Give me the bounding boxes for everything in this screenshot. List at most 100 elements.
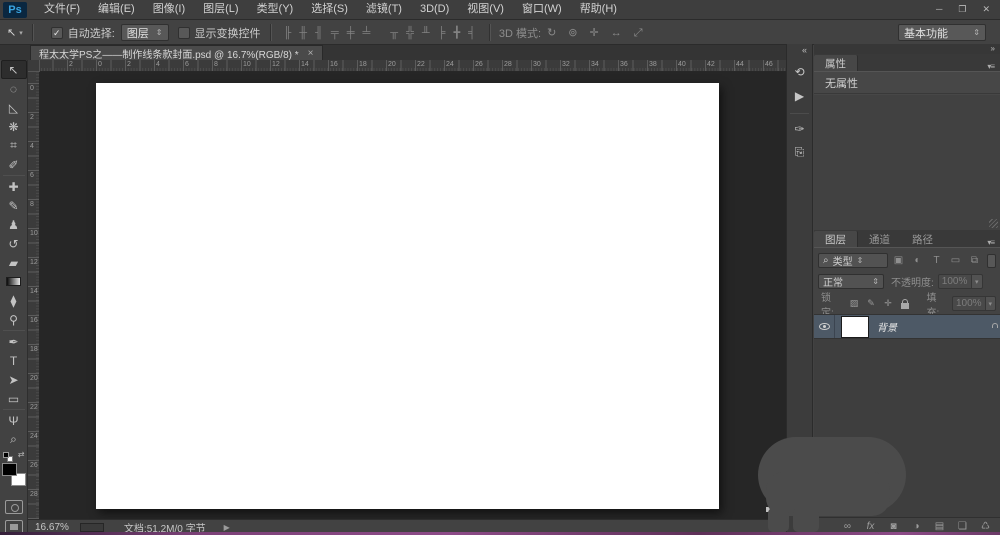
lock-all-icon[interactable]: [898, 297, 913, 311]
align-top-edges-icon[interactable]: ╤: [331, 27, 339, 39]
spot-healing-brush-tool[interactable]: ✚: [1, 177, 27, 196]
menu-item[interactable]: 帮助(H): [571, 0, 626, 19]
layer-thumbnail[interactable]: [841, 315, 869, 338]
zoom-tool[interactable]: ⌕: [1, 430, 27, 449]
filter-type-layers-icon[interactable]: T: [928, 255, 945, 266]
distribute-left-edges-icon[interactable]: ╞: [438, 27, 446, 39]
eraser-tool[interactable]: ▰: [1, 253, 27, 272]
distribute-right-edges-icon[interactable]: ╡: [468, 27, 476, 39]
hand-tool[interactable]: Ψ: [1, 411, 27, 430]
brush-tool[interactable]: ✎: [1, 196, 27, 215]
move-tool-icon[interactable]: ↖: [7, 26, 16, 39]
distribute-top-edges-icon[interactable]: ╥: [390, 27, 398, 39]
swap-colors-icon[interactable]: ⇄: [18, 450, 25, 459]
align-bottom-edges-icon[interactable]: ╧: [362, 27, 370, 39]
3d-rotate-icon[interactable]: ↻: [547, 27, 556, 39]
tab-close-icon[interactable]: ×: [308, 48, 314, 59]
document-tab[interactable]: 程太太学PS之——制作线条款封面.psd @ 16.7%(RGB/8) * ×: [30, 45, 323, 61]
dodge-tool[interactable]: ⚲: [1, 310, 27, 329]
eyedropper-tool[interactable]: ✐: [1, 155, 27, 174]
history-brush-tool[interactable]: ↺: [1, 234, 27, 253]
3d-slide-icon[interactable]: ↔: [611, 27, 622, 39]
fill-value-field[interactable]: 100%: [952, 296, 986, 311]
panel-resize-grip[interactable]: [989, 219, 998, 228]
tool-preset-dropdown-icon[interactable]: ▾: [19, 29, 23, 37]
quick-selection-tool[interactable]: ❋: [1, 117, 27, 136]
tab-properties[interactable]: 属性: [814, 55, 858, 71]
workspace-dropdown[interactable]: 基本功能 ⇕: [898, 24, 986, 41]
move-tool[interactable]: ↖: [0, 60, 27, 79]
brush-panel-icon[interactable]: ✑: [789, 119, 810, 138]
menu-item[interactable]: 滤镜(T): [357, 0, 411, 19]
menu-item[interactable]: 类型(Y): [248, 0, 303, 19]
crop-tool[interactable]: ⌗: [1, 136, 27, 155]
blend-mode-dropdown[interactable]: 正常 ⇕: [818, 274, 884, 289]
menu-item[interactable]: 选择(S): [302, 0, 357, 19]
status-popup-icon[interactable]: ▶: [224, 523, 230, 532]
pen-tool[interactable]: ✒: [1, 332, 27, 351]
opacity-value-field[interactable]: 100%: [937, 274, 972, 289]
document-canvas[interactable]: [96, 83, 719, 509]
distribute-bottom-edges-icon[interactable]: ╨: [422, 27, 430, 39]
clone-stamp-tool[interactable]: ♟: [1, 215, 27, 234]
type-tool[interactable]: T: [1, 351, 27, 370]
show-transform-checkbox[interactable]: [177, 26, 190, 39]
adjustment-layer-icon[interactable]: ◑: [905, 521, 928, 532]
add-layer-mask-icon[interactable]: ◙: [882, 521, 905, 532]
auto-select-target-dropdown[interactable]: 图层 ⇕: [120, 24, 169, 41]
default-colors-icon[interactable]: [2, 452, 13, 462]
collapse-panels-icon[interactable]: »: [814, 44, 1000, 54]
eye-icon[interactable]: [818, 323, 830, 330]
menu-item[interactable]: 图像(I): [144, 0, 194, 19]
rectangle-tool[interactable]: ▭: [1, 389, 27, 408]
tab-layers[interactable]: 图层: [814, 231, 858, 247]
restore-button[interactable]: ❐: [958, 4, 966, 15]
minimize-button[interactable]: ─: [936, 4, 942, 15]
panel-menu-icon[interactable]: ▾≡: [987, 62, 1000, 71]
filter-adjustment-layers-icon[interactable]: ◐: [909, 255, 926, 266]
3d-drag-icon[interactable]: ✛: [590, 27, 599, 39]
close-button[interactable]: ✕: [982, 4, 990, 15]
new-layer-icon[interactable]: ❏: [951, 521, 974, 532]
lock-position-icon[interactable]: ✛: [881, 297, 896, 311]
menu-item[interactable]: 3D(D): [411, 0, 458, 19]
menu-item[interactable]: 文件(F): [35, 0, 89, 19]
panel-menu-icon[interactable]: ▾≡: [987, 238, 1000, 247]
layer-group-icon[interactable]: ▤: [928, 521, 951, 532]
align-horizontal-centers-icon[interactable]: ╫: [299, 27, 307, 39]
expand-panels-icon[interactable]: «: [787, 44, 812, 57]
fill-dropdown-icon[interactable]: ▾: [985, 296, 997, 311]
blur-tool[interactable]: ⧫: [1, 291, 27, 310]
visibility-cell[interactable]: [814, 315, 835, 338]
actions-panel-icon[interactable]: ▶: [789, 86, 810, 105]
menu-item[interactable]: 编辑(E): [89, 0, 144, 19]
gradient-tool[interactable]: [1, 272, 27, 291]
delete-layer-icon[interactable]: ♺: [974, 521, 997, 532]
layer-effects-icon[interactable]: fx: [859, 521, 882, 532]
opacity-dropdown-icon[interactable]: ▾: [971, 274, 983, 289]
menu-item[interactable]: 图层(L): [194, 0, 247, 19]
menu-item[interactable]: 窗口(W): [513, 0, 571, 19]
link-layers-icon[interactable]: ∞: [836, 521, 859, 532]
lasso-tool[interactable]: ◺: [1, 98, 27, 117]
path-selection-tool[interactable]: ➤: [1, 370, 27, 389]
lock-image-pixels-icon[interactable]: ✎: [864, 297, 879, 311]
tab-paths[interactable]: 路径: [901, 231, 944, 247]
elliptical-marquee-tool[interactable]: ◌: [1, 79, 27, 98]
layer-row[interactable]: 背景: [814, 315, 1000, 339]
menu-item[interactable]: 视图(V): [458, 0, 513, 19]
filter-pixel-layers-icon[interactable]: ▣: [890, 255, 907, 266]
history-panel-icon[interactable]: ⟲: [789, 62, 810, 81]
lock-transparent-pixels-icon[interactable]: ▨: [847, 297, 862, 311]
layer-filter-toggle[interactable]: [987, 253, 996, 268]
quick-mask-button[interactable]: [4, 500, 23, 514]
3d-scale-icon[interactable]: ⤢: [634, 27, 643, 39]
align-left-edges-icon[interactable]: ╟: [284, 27, 292, 39]
align-right-edges-icon[interactable]: ╢: [315, 27, 323, 39]
distribute-vertical-centers-icon[interactable]: ╬: [406, 27, 414, 39]
ruler-origin-corner[interactable]: [28, 60, 40, 72]
3d-roll-icon[interactable]: ⊚: [568, 27, 577, 39]
filter-shape-layers-icon[interactable]: ▭: [947, 255, 964, 266]
filter-smart-objects-icon[interactable]: ⧉: [966, 255, 983, 266]
tab-channels[interactable]: 通道: [858, 231, 901, 247]
